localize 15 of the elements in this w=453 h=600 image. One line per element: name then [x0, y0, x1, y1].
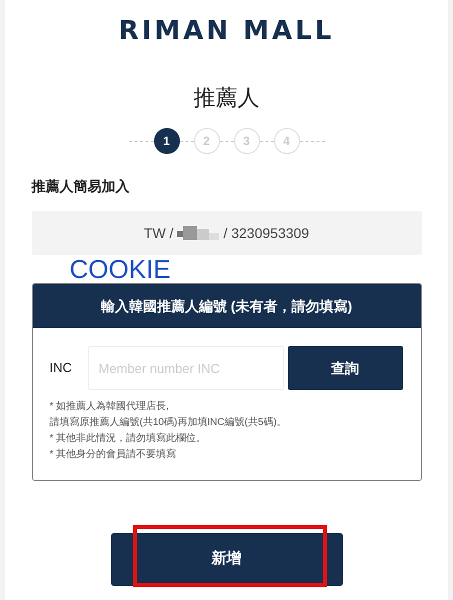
step-indicator: 1 — [154, 128, 180, 154]
note-text: * 如推薦人為韓國代理店長, — [50, 400, 170, 414]
note-text: * 其他非此情況，請勿填寫此欄位。 — [50, 432, 208, 446]
add-button[interactable]: 新增 — [110, 533, 342, 586]
referrer-field: TW / / 3230953309 — [32, 211, 422, 255]
note-text: 請填寫原推薦人編號(共10碼)再加填INC編號(共5碼)。 — [50, 416, 288, 430]
page-title: 推薦人 — [194, 84, 260, 112]
logo: RIMAN MALL — [118, 15, 334, 48]
blurred-name-drawing — [177, 226, 220, 240]
note-text: * 其他身分的會員請不要填寫 — [50, 448, 178, 462]
section-label: 推薦人簡易加入 — [32, 177, 130, 196]
field-label: INC — [50, 359, 73, 378]
annotation-text: COOKIE — [70, 255, 172, 283]
panel-header: 輸入韓國推薦人編號 (未有者，請勿填寫) — [32, 284, 420, 328]
query-button[interactable]: 查詢 — [288, 346, 402, 390]
